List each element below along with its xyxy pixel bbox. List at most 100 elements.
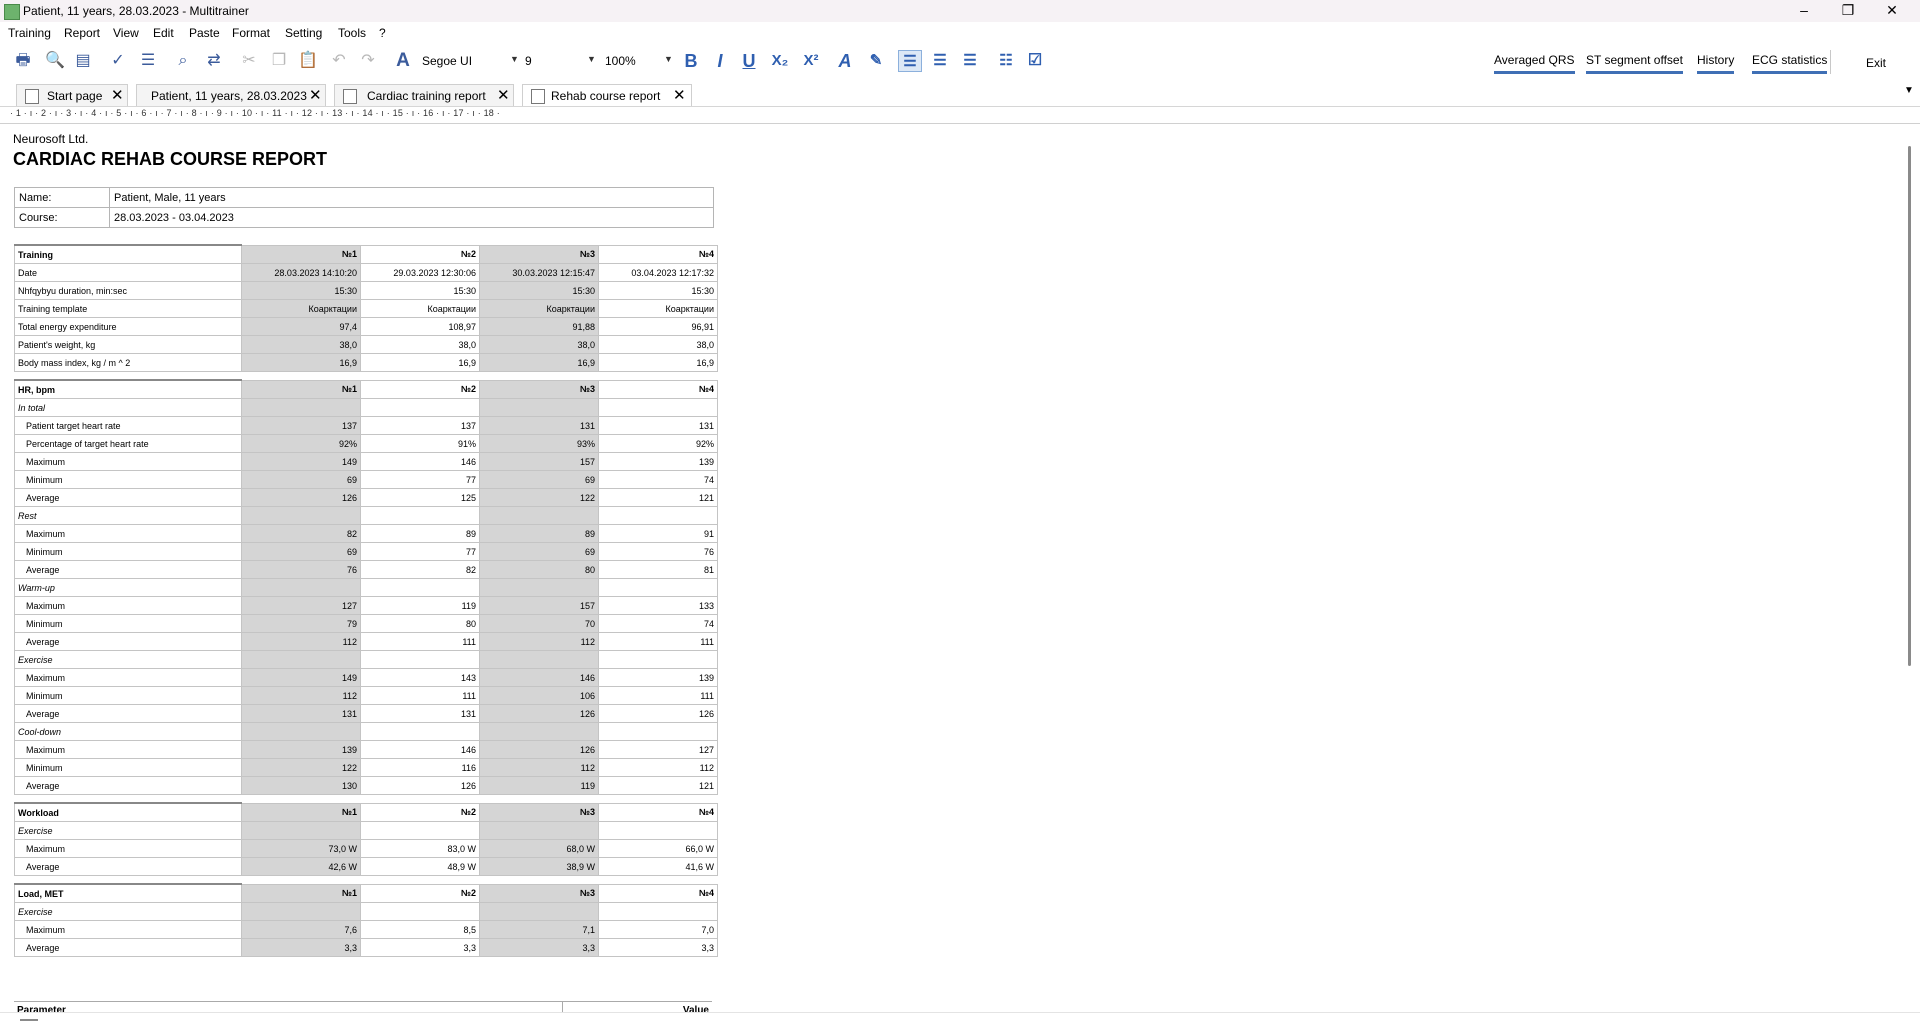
table-row: Maximum 73,0 W 83,0 W 68,0 W 66,0 W xyxy=(14,839,718,858)
spellcheck-icon[interactable]: ✓ xyxy=(107,50,129,72)
table-cell: 106 xyxy=(479,686,599,705)
row-label: Percentage of target heart rate xyxy=(14,434,242,453)
table-cell: 131 xyxy=(360,704,480,723)
close-button[interactable]: ✕ xyxy=(1870,0,1914,22)
maximize-button[interactable]: ❐ xyxy=(1826,0,1870,22)
name-value: Patient, Male, 11 years xyxy=(109,187,714,208)
menu-report[interactable]: Report xyxy=(64,26,100,40)
group-row: Exercise xyxy=(14,650,718,669)
close-icon[interactable]: ✕ xyxy=(309,86,322,104)
scrollbar-thumb[interactable] xyxy=(1908,146,1911,666)
paste-icon[interactable]: 📋 xyxy=(297,50,319,72)
row-label: Minimum xyxy=(14,470,242,489)
print-icon[interactable]: 🖶 xyxy=(12,50,34,72)
replace-icon[interactable]: ⇄ xyxy=(203,50,225,72)
close-icon[interactable]: ✕ xyxy=(111,86,124,104)
minimize-button[interactable]: – xyxy=(1782,0,1826,22)
save-icon[interactable]: ▤ xyxy=(72,50,94,72)
row-label: Maximum xyxy=(14,740,242,759)
row-label: Average xyxy=(14,938,242,957)
menu-help[interactable]: ? xyxy=(379,26,386,40)
table-row: Maximum 82 89 89 91 xyxy=(14,524,718,543)
table-cell: 121 xyxy=(598,776,718,795)
row-label: Maximum xyxy=(14,452,242,471)
close-icon[interactable]: ✕ xyxy=(673,86,686,104)
vertical-scrollbar[interactable] xyxy=(1902,124,1920,1012)
chevron-down-icon[interactable]: ▼ xyxy=(664,54,673,64)
table-cell: 48,9 W xyxy=(360,857,480,876)
table-cell xyxy=(598,650,718,669)
menu-format[interactable]: Format xyxy=(232,26,270,40)
font-size-select[interactable]: 9 xyxy=(525,54,532,68)
menu-view[interactable]: View xyxy=(113,26,139,40)
print-preview-icon[interactable]: 🔍 xyxy=(44,50,66,72)
tab-cardiac-training-report[interactable]: Cardiac training report ✕ xyxy=(334,84,514,106)
find-icon[interactable]: ⌕ xyxy=(172,50,194,72)
cut-icon[interactable]: ✂ xyxy=(238,50,260,72)
averaged-qrs-link[interactable]: Averaged QRS xyxy=(1494,53,1575,74)
table-cell: 112 xyxy=(479,632,599,651)
redo-icon[interactable]: ↷ xyxy=(357,50,379,72)
chevron-down-icon[interactable]: ▼ xyxy=(510,54,519,64)
menu-setting[interactable]: Setting xyxy=(285,26,322,40)
document-area[interactable]: Neurosoft Ltd. CARDIAC REHAB COURSE REPO… xyxy=(0,124,1902,1012)
column-header: №4 xyxy=(598,244,718,264)
align-left-icon[interactable]: ☰ xyxy=(898,50,922,72)
menu-tools[interactable]: Tools xyxy=(338,26,366,40)
superscript-button[interactable]: X² xyxy=(799,50,823,72)
subscript-button[interactable]: X₂ xyxy=(768,50,792,72)
underline-button[interactable]: U xyxy=(737,50,761,72)
font-color-button[interactable]: A xyxy=(833,50,857,72)
column-header: №4 xyxy=(598,802,718,822)
row-label: Average xyxy=(14,488,242,507)
page-setup-icon[interactable]: ☰ xyxy=(137,50,159,72)
menu-paste[interactable]: Paste xyxy=(189,26,220,40)
highlight-button[interactable]: ✎ xyxy=(864,50,888,72)
table-header-row: Workload №1 №2 №3 №4 xyxy=(14,802,718,822)
table-row: Date 28.03.2023 14:10:20 29.03.2023 12:30:… xyxy=(14,263,718,282)
bullet-list-icon[interactable]: ☷ xyxy=(994,50,1018,72)
tab-rehab-course-report[interactable]: Rehab course report ✕ xyxy=(522,84,692,106)
history-link[interactable]: History xyxy=(1697,53,1735,74)
table-cell: 92% xyxy=(241,434,361,453)
copy-icon[interactable]: ❐ xyxy=(268,50,290,72)
font-name-select[interactable]: Segoe UI xyxy=(422,54,472,68)
value-header: Value xyxy=(561,1001,712,1012)
undo-icon[interactable]: ↶ xyxy=(328,50,350,72)
st-segment-offset-link[interactable]: ST segment offset xyxy=(1586,53,1683,74)
italic-button[interactable]: I xyxy=(708,50,732,72)
group-label: Exercise xyxy=(14,650,242,669)
row-label: Maximum xyxy=(14,839,242,858)
table-cell: 16,9 xyxy=(479,353,599,372)
table-cell: 111 xyxy=(598,686,718,705)
menu-edit[interactable]: Edit xyxy=(153,26,174,40)
table-cell: 83,0 W xyxy=(360,839,480,858)
table-cell: 149 xyxy=(241,452,361,471)
font-icon[interactable]: A xyxy=(392,50,414,72)
ruler[interactable]: · 1 · ı · 2 · ı · 3 · ı · 4 · ı · 5 · ı … xyxy=(0,107,1920,124)
exit-button[interactable]: Exit xyxy=(1866,56,1886,70)
table-row: Minimum 112 111 106 111 xyxy=(14,686,718,705)
tab-strip: Start page ✕ Patient, 11 years, 28.03.20… xyxy=(0,82,1920,107)
checkbox-icon[interactable]: ☑ xyxy=(1023,50,1047,72)
menu-training[interactable]: Training xyxy=(8,26,51,40)
table-cell xyxy=(598,398,718,417)
table-cell: 77 xyxy=(360,470,480,489)
row-label: Minimum xyxy=(14,686,242,705)
row-label: Maximum xyxy=(14,668,242,687)
horizontal-scrollbar[interactable] xyxy=(0,1012,1920,1033)
bold-button[interactable]: B xyxy=(679,50,703,72)
spacer-row xyxy=(14,794,718,804)
ecg-statistics-link[interactable]: ECG statistics xyxy=(1752,53,1828,74)
column-header: №2 xyxy=(360,379,480,399)
tab-start-page[interactable]: Start page ✕ xyxy=(16,84,128,106)
zoom-select[interactable]: 100% xyxy=(605,54,636,68)
tab-patient[interactable]: Patient, 11 years, 28.03.2023 ✕ xyxy=(136,84,326,106)
table-cell: 15:30 xyxy=(360,281,480,300)
chevron-down-icon[interactable]: ▼ xyxy=(587,54,596,64)
scrollbar-thumb[interactable] xyxy=(20,1019,38,1021)
chevron-down-icon[interactable]: ▼ xyxy=(1904,85,1914,96)
align-center-icon[interactable]: ☰ xyxy=(928,50,952,72)
align-right-icon[interactable]: ☰ xyxy=(958,50,982,72)
close-icon[interactable]: ✕ xyxy=(497,86,510,104)
